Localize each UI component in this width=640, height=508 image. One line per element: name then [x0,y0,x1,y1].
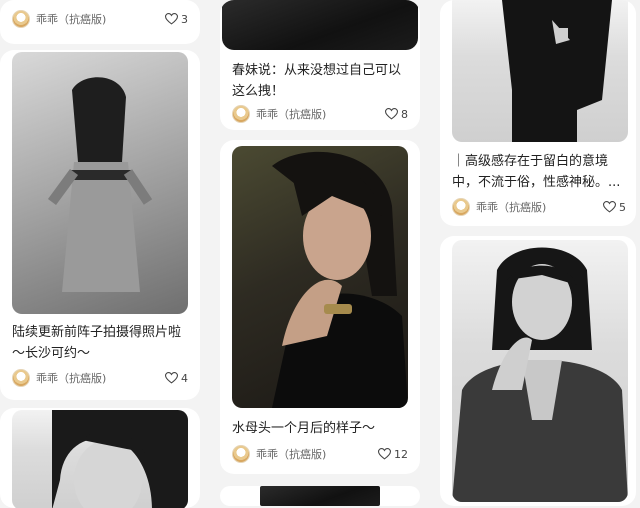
avatar-icon[interactable] [12,10,30,28]
like-count: 12 [394,447,408,461]
post-photo[interactable] [222,0,418,50]
author-name: 乖乖（抗癌版) [36,13,107,26]
author-info[interactable]: 乖乖（抗癌版) [232,445,326,463]
post-photo[interactable] [452,240,628,502]
post-title[interactable]: ｜高级感存在于留白的意境中，不流于俗，性感神秘。... [452,151,628,193]
like-button[interactable]: 5 [603,198,626,216]
author-name: 乖乖（抗癌版) [256,108,327,121]
photo-figure [452,247,628,502]
heart-icon [603,201,616,213]
photo-figure [272,151,408,408]
like-count: 3 [181,12,188,26]
feed-card-7[interactable]: ｜高级感存在于留白的意境中，不流于俗，性感神秘。... 乖乖（抗癌版) 5 [440,0,636,226]
like-count: 8 [401,107,408,121]
author-info[interactable]: 乖乖（抗癌版) [12,369,106,387]
post-photo[interactable] [260,486,380,506]
post-title[interactable]: 陆续更新前阵子拍摄得照片啦～长沙可约～ [12,322,190,364]
feed-card-2[interactable]: 陆续更新前阵子拍摄得照片啦～长沙可约～ 乖乖（抗癌版) 4 [0,50,200,400]
post-title[interactable]: 春妹说：从来没想过自己可以这么拽！ [232,60,410,102]
post-photo[interactable] [452,0,628,142]
author-name: 乖乖（抗癌版) [256,448,327,461]
avatar-icon[interactable] [232,445,250,463]
feed-card-5[interactable]: 水母头一个月后的样子～ 乖乖（抗癌版) 12 [220,140,420,474]
avatar-icon[interactable] [12,369,30,387]
feed-card-6[interactable] [220,486,420,506]
avatar-icon[interactable] [232,105,250,123]
feed-card-8[interactable] [440,236,636,506]
post-photo[interactable] [232,146,408,408]
photo-figure [502,0,612,142]
feed-card-1[interactable]: 乖乖（抗癌版) 3 [0,0,200,44]
heart-icon [165,13,178,25]
feed-card-4[interactable]: 春妹说：从来没想过自己可以这么拽！ 乖乖（抗癌版) 8 [220,0,420,130]
photo-figure [52,410,188,508]
like-button[interactable]: 8 [385,105,408,123]
photo-figure [47,77,153,292]
heart-icon [378,448,391,460]
like-button[interactable]: 3 [165,10,188,28]
feed-card-3[interactable] [0,408,200,508]
post-photo[interactable] [12,410,188,508]
author-info[interactable]: 乖乖（抗癌版) [452,198,546,216]
author-info[interactable]: 乖乖（抗癌版) [12,10,106,28]
avatar-icon[interactable] [452,198,470,216]
post-photo[interactable] [12,52,188,314]
heart-icon [165,372,178,384]
like-button[interactable]: 12 [378,445,408,463]
author-info[interactable]: 乖乖（抗癌版) [232,105,326,123]
author-name: 乖乖（抗癌版) [476,201,547,214]
like-count: 4 [181,371,188,385]
author-name: 乖乖（抗癌版) [36,372,107,385]
post-title[interactable]: 水母头一个月后的样子～ [232,418,410,439]
like-button[interactable]: 4 [165,369,188,387]
like-count: 5 [619,200,626,214]
heart-icon [385,108,398,120]
